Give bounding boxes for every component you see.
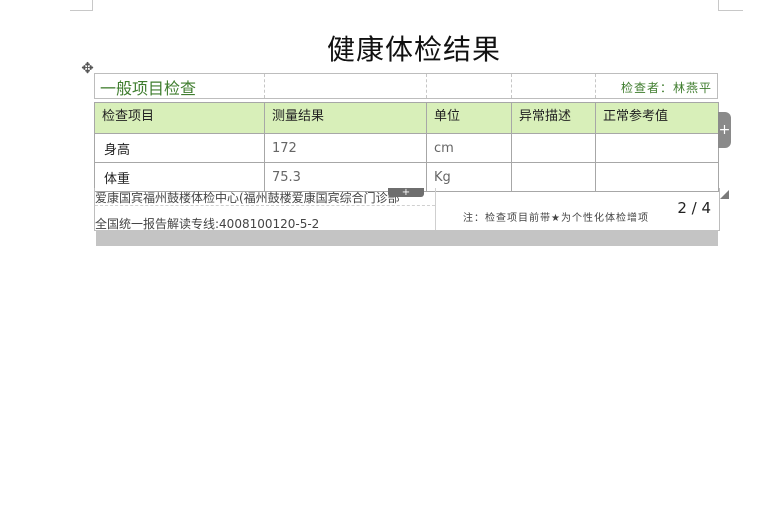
crop-mark-top-left [70, 0, 93, 11]
footer-bar [96, 230, 718, 246]
column-header-unit[interactable]: 单位 [426, 102, 512, 134]
inspector-name: 检查者：林燕平 [620, 81, 712, 95]
column-header-abnormal[interactable]: 异常描述 [511, 102, 596, 134]
column-header-item[interactable]: 检查项目 [94, 102, 265, 134]
table-cell[interactable]: 身高 [94, 133, 265, 163]
table-cell[interactable]: cm [426, 133, 512, 163]
page-footer: 爱康国宾福州鼓楼体检中心(福州鼓楼爱康国宾综合门诊部 + 全国统一报告解读专线:… [94, 188, 720, 231]
column-header-reference[interactable]: 正常参考值 [595, 102, 719, 134]
add-row-plus-icon[interactable]: + [388, 188, 424, 198]
results-table: 检查项目 测量结果 单位 异常描述 正常参考值 身高 172 cm 体重 75.… [94, 102, 719, 192]
table-cell[interactable] [595, 133, 719, 163]
cell-divider [426, 74, 427, 98]
add-column-plus-icon[interactable]: + [718, 112, 731, 148]
table-row: 身高 172 cm [94, 133, 719, 163]
table-header-row: 检查项目 测量结果 单位 异常描述 正常参考值 [94, 102, 719, 134]
section-title: 一般项目检查 [100, 79, 197, 98]
crop-mark-top-right [718, 0, 743, 11]
cell-divider [264, 74, 265, 98]
section-header-row: 一般项目检查 检查者：林燕平 [94, 73, 718, 99]
page-number: 2 / 4 [677, 199, 711, 217]
footer-org: 爱康国宾福州鼓楼体检中心(福州鼓楼爱康国宾综合门诊部 [95, 191, 400, 205]
cell-divider [511, 74, 512, 98]
column-header-result[interactable]: 测量结果 [264, 102, 427, 134]
page-title: 健康体检结果 [326, 33, 501, 66]
resize-corner-icon[interactable] [720, 190, 729, 199]
table-cell[interactable] [511, 133, 596, 163]
footer-divider [435, 188, 436, 230]
cell-divider [595, 74, 596, 98]
footer-divider-line [95, 205, 435, 206]
footer-note: 注：检查项目前带★为个性化体检增项 [463, 213, 649, 224]
table-cell[interactable]: 172 [264, 133, 427, 163]
